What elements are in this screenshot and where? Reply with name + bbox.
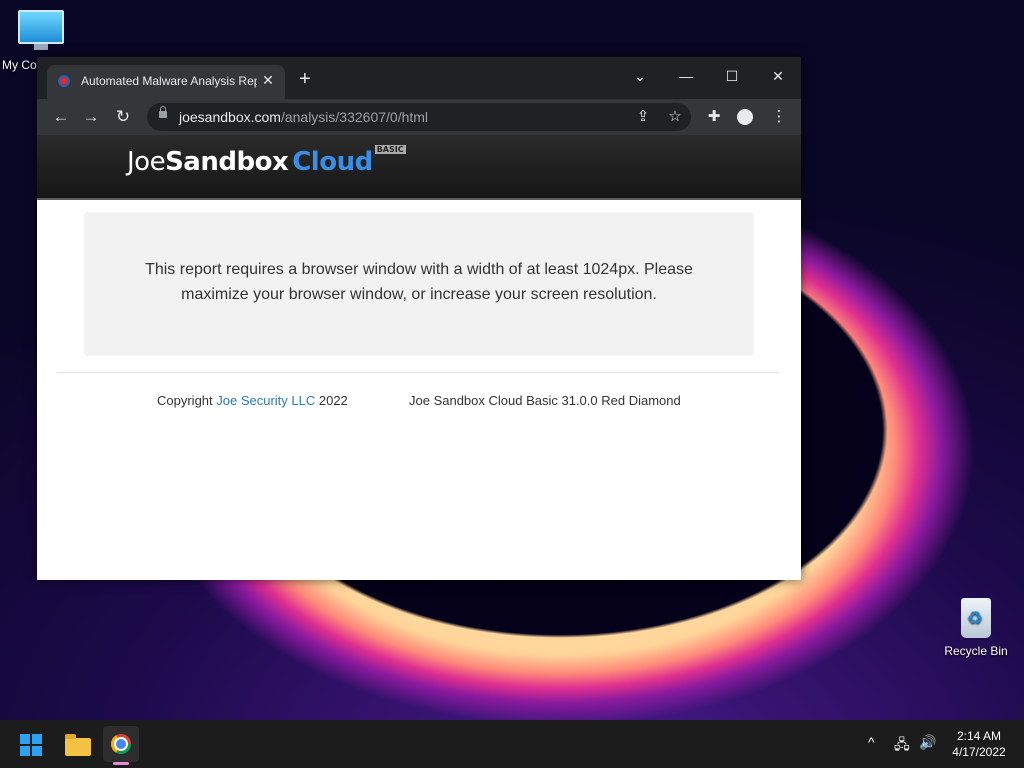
- menu-icon[interactable]: ⋮: [767, 105, 791, 129]
- joe-security-link[interactable]: Joe Security LLC: [216, 393, 315, 408]
- url-text[interactable]: joesandbox.com/analysis/332607/0/html: [179, 109, 428, 125]
- desktop-icon-recycle-bin[interactable]: ♻ Recycle Bin: [940, 596, 1012, 658]
- share-icon[interactable]: ⇪: [633, 107, 653, 127]
- chrome-icon: [111, 734, 131, 754]
- minimize-button[interactable]: —: [671, 63, 701, 89]
- divider: [57, 372, 779, 373]
- monitor-icon: [18, 10, 64, 50]
- forward-button[interactable]: →: [79, 105, 103, 129]
- taskbar: ^ 🖧 🔊 2:14 AM 4/17/2022: [0, 720, 1024, 768]
- notice-text: This report requires a browser window wi…: [145, 261, 693, 303]
- extensions-icon[interactable]: ✚: [702, 105, 726, 129]
- desktop-icon-my-computer[interactable]: My Co: [2, 10, 72, 72]
- new-tab-button[interactable]: +: [299, 69, 311, 89]
- tab-title: Automated Malware Analysis Rep: [81, 74, 257, 88]
- site-header: JoeSandbox Cloud BASIC: [37, 135, 801, 200]
- resolution-notice: This report requires a browser window wi…: [85, 213, 753, 355]
- clock-date: 4/17/2022: [952, 745, 1006, 759]
- file-explorer-button[interactable]: [58, 726, 94, 762]
- recycle-bin-icon: ♻: [961, 598, 991, 638]
- clock-time: 2:14 AM: [956, 729, 1002, 743]
- clock[interactable]: 2:14 AM 4/17/2022: [944, 728, 1014, 760]
- volume-icon[interactable]: 🔊: [919, 734, 936, 751]
- folder-icon: [65, 734, 91, 756]
- desktop-icon-label: My Co: [2, 58, 37, 72]
- address-bar[interactable]: joesandbox.com/analysis/332607/0/html ⇪ …: [147, 103, 691, 131]
- favicon-icon: [58, 75, 70, 87]
- page-content: JoeSandbox Cloud BASIC This report require…: [37, 135, 801, 580]
- browser-tab[interactable]: Automated Malware Analysis Rep ✕: [47, 65, 285, 99]
- bookmark-star-icon[interactable]: ☆: [665, 107, 685, 127]
- version-text: Joe Sandbox Cloud Basic 31.0.0 Red Diamo…: [409, 393, 681, 408]
- joe-sandbox-logo[interactable]: JoeSandbox Cloud BASIC: [127, 145, 406, 177]
- lock-icon[interactable]: [159, 106, 167, 118]
- chrome-taskbar-button[interactable]: [103, 726, 139, 762]
- browser-window: Automated Malware Analysis Rep ✕ + ⌄ — ☐…: [37, 57, 801, 580]
- browser-toolbar: ← → ↻ joesandbox.com/analysis/332607/0/h…: [37, 99, 801, 135]
- title-bar: Automated Malware Analysis Rep ✕ + ⌄ — ☐…: [37, 57, 801, 99]
- profile-avatar-icon[interactable]: [737, 109, 753, 125]
- close-window-button[interactable]: ✕: [763, 63, 793, 89]
- desktop-icon-label: Recycle Bin: [944, 644, 1008, 658]
- running-indicator: [113, 762, 129, 765]
- tab-close-button[interactable]: ✕: [259, 71, 277, 89]
- maximize-button[interactable]: ☐: [717, 63, 747, 89]
- start-button[interactable]: [14, 726, 50, 762]
- network-icon[interactable]: 🖧: [894, 734, 910, 758]
- tab-search-button[interactable]: ⌄: [625, 63, 655, 89]
- back-button[interactable]: ←: [49, 105, 73, 129]
- copyright: Copyright Joe Security LLC 2022: [157, 393, 348, 408]
- tray-chevron-icon[interactable]: ^: [868, 734, 875, 750]
- reload-button[interactable]: ↻: [111, 105, 135, 129]
